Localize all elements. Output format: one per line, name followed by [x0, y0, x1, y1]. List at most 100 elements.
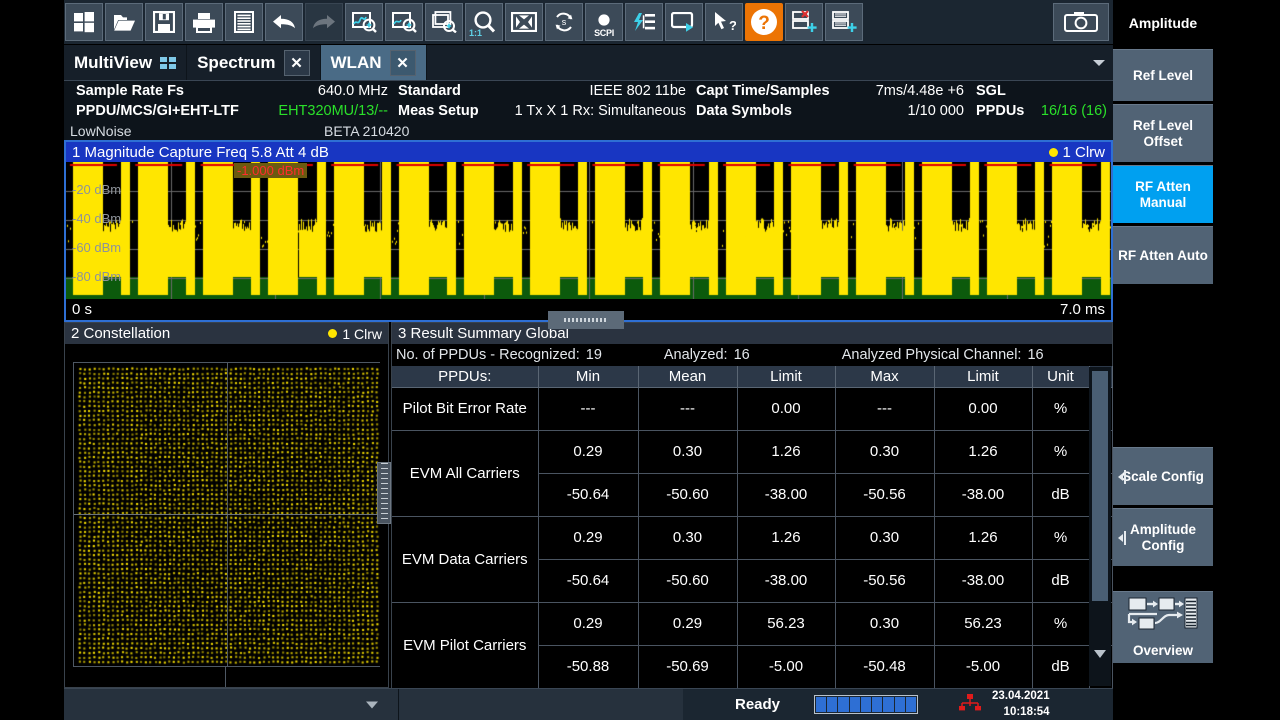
col-header-mean[interactable]: Mean: [638, 366, 738, 388]
result-unit: dB: [1032, 645, 1090, 689]
magnitude-capture-window[interactable]: 1 Magnitude Capture Freq 5.8 Att 4 dB 1 …: [64, 140, 1113, 322]
result-limit-2: 56.23: [934, 602, 1033, 646]
scroll-down-arrow-icon[interactable]: [1094, 650, 1106, 658]
result-max: -50.56: [835, 473, 935, 517]
col-header-min[interactable]: Min: [538, 366, 639, 388]
add-window-delete-icon[interactable]: [785, 3, 823, 41]
window-run-icon[interactable]: [665, 3, 703, 41]
windows-start-icon[interactable]: [65, 3, 103, 41]
redo-arrow-icon[interactable]: [305, 3, 343, 41]
softkey-ref-level-offset[interactable]: Ref Level Offset: [1113, 104, 1213, 162]
result-summary-window[interactable]: 3 Result Summary Global No. of PPDUs - R…: [391, 322, 1113, 689]
report-icon[interactable]: [225, 3, 263, 41]
zoom-one-to-one-icon[interactable]: 1:1: [465, 3, 503, 41]
y-axis-label: -60 dBm: [72, 240, 122, 255]
close-icon[interactable]: ✕: [389, 49, 416, 76]
constellation-window[interactable]: 2 Constellation 1 Clrw: [64, 322, 391, 688]
constellation-title: 2 Constellation: [71, 325, 171, 342]
magnitude-title: 1 Magnitude Capture Freq 5.8 Att 4 dB: [72, 143, 329, 161]
print-icon[interactable]: [185, 3, 223, 41]
close-icon[interactable]: ✕: [283, 49, 310, 76]
tab-spectrum[interactable]: Spectrum ✕: [187, 45, 321, 80]
help-icon[interactable]: ?: [745, 3, 783, 41]
status-mid-panel[interactable]: Ready 23.04.2021 10:18:54: [399, 689, 1113, 720]
select-help-icon[interactable]: ?: [705, 3, 743, 41]
info-row-1: Sample Rate Fs 640.0 MHz Standard IEEE 8…: [64, 81, 1113, 101]
horizontal-splitter-handle[interactable]: [548, 311, 624, 329]
result-min: 0.29: [538, 430, 639, 474]
status-left-panel[interactable]: [64, 689, 399, 720]
progress-block: [838, 697, 849, 712]
softkey-ref-level[interactable]: Ref Level: [1113, 49, 1213, 101]
multi-zoom-icon[interactable]: [425, 3, 463, 41]
result-mean: 0.29: [638, 602, 738, 646]
info-value: EHT320MU/13/--: [278, 103, 388, 119]
left-rail: [0, 0, 64, 720]
channel-value: 16: [1027, 347, 1044, 363]
undo-arrow-icon[interactable]: [265, 3, 303, 41]
trace-label: 1 Clrw: [1062, 143, 1105, 161]
col-header-unit[interactable]: Unit: [1032, 366, 1090, 388]
channel-tab-bar: MultiView Spectrum ✕ WLAN ✕: [64, 45, 1113, 81]
chevron-down-icon[interactable]: [366, 701, 378, 708]
network-error-icon[interactable]: [958, 693, 982, 716]
add-window-icon[interactable]: [825, 3, 863, 41]
zoom-trace-icon[interactable]: [345, 3, 383, 41]
constellation-scroll-handle[interactable]: [377, 462, 391, 524]
result-mean: 0.30: [638, 430, 738, 474]
result-mean: ---: [638, 387, 738, 431]
col-header-ppdus[interactable]: PPDUs:: [392, 366, 539, 388]
softkey-label: Scale Config: [1122, 468, 1204, 484]
zoom-in-icon[interactable]: [385, 3, 423, 41]
trace-dot-icon: [1049, 147, 1059, 157]
table-row[interactable]: EVM Data Carriers 0.29 0.30 1.26 0.30 1.26%: [392, 516, 1113, 603]
save-floppy-icon[interactable]: [145, 3, 183, 41]
tab-wlan-label: WLAN: [330, 52, 382, 72]
col-header-max[interactable]: Max: [835, 366, 935, 388]
col-header-limit-1[interactable]: Limit: [737, 366, 836, 388]
softkey-overview[interactable]: Overview: [1113, 591, 1213, 663]
table-row[interactable]: EVM Pilot Carriers 0.29 0.29 56.23 0.30 56.23…: [392, 602, 1113, 689]
softkey-scale-config[interactable]: Scale Config: [1113, 447, 1213, 505]
magnitude-plot-area[interactable]: -1.000 dBm -20 dBm -40 dBm -60 dBm -80 d…: [66, 162, 1111, 299]
result-limit-1: -38.00: [737, 473, 836, 517]
status-bar: Ready 23.04.2021 10:18:54: [64, 688, 1113, 720]
info-meas-setup: Meas Setup 1 Tx X 1 Rx: Simultaneous: [398, 103, 696, 119]
result-limit-2: -5.00: [934, 645, 1033, 689]
scrollbar-thumb[interactable]: [1092, 371, 1108, 601]
tab-wlan[interactable]: WLAN ✕: [320, 45, 427, 80]
col-header-limit-2[interactable]: Limit: [934, 366, 1033, 388]
chevron-down-icon[interactable]: [1093, 59, 1105, 66]
constellation-plot-area[interactable]: [65, 344, 391, 687]
softkey-label: Amplitude Config: [1130, 521, 1196, 553]
table-row[interactable]: EVM All Carriers 0.29 0.30 1.26 0.30 1.26%: [392, 430, 1113, 517]
table-header-row: PPDUs: Min Mean Limit Max Limit Unit: [392, 366, 1113, 388]
softkey-amplitude-config[interactable]: Amplitude Config: [1113, 508, 1213, 566]
result-table-scrollbar[interactable]: [1089, 367, 1111, 686]
info-ppdus: PPDUs 16/16 (16): [976, 103, 1113, 119]
scpi-recorder-icon[interactable]: SCPI: [585, 3, 623, 41]
info-standard: Standard IEEE 802 11be: [398, 83, 696, 99]
result-mean: -50.60: [638, 473, 738, 517]
open-folder-icon[interactable]: [105, 3, 143, 41]
softkey-menu-title: Amplitude: [1113, 0, 1213, 46]
progress-block: [872, 697, 883, 712]
tab-overflow-area: [426, 45, 1113, 80]
progress-block: [849, 697, 860, 712]
table-row[interactable]: Pilot Bit Error Rate --- --- 0.00 --- 0.00%: [392, 387, 1113, 431]
signal-generator-icon[interactable]: [625, 3, 663, 41]
tab-multiview[interactable]: MultiView: [64, 45, 188, 80]
result-min: -50.64: [538, 473, 639, 517]
sequencer-icon[interactable]: s: [545, 3, 583, 41]
screenshot-camera-icon[interactable]: [1053, 3, 1109, 41]
softkey-rf-atten-manual[interactable]: RF Atten Manual: [1113, 165, 1213, 223]
instrument-screen: 1:1 s SCPI ? ?: [0, 0, 1280, 720]
fullscreen-icon[interactable]: [505, 3, 543, 41]
constellation-h-axis: [74, 514, 379, 515]
result-max: -50.48: [835, 645, 935, 689]
result-unit: %: [1032, 602, 1090, 646]
softkey-rf-atten-auto[interactable]: RF Atten Auto: [1113, 226, 1213, 284]
analyzed-value: 16: [733, 347, 750, 363]
info-label: Data Symbols: [696, 103, 792, 119]
info-sample-rate: Sample Rate Fs 640.0 MHz: [64, 83, 398, 99]
